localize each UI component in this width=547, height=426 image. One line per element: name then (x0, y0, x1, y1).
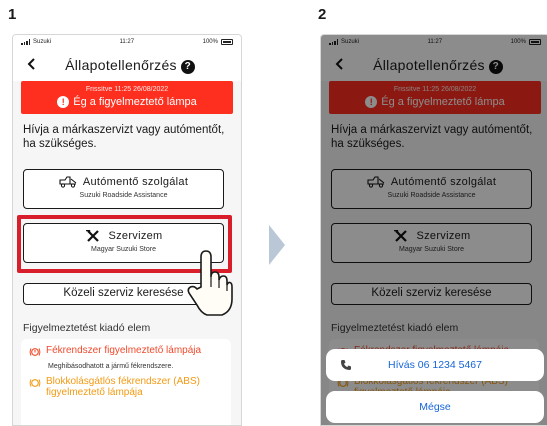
roadside-assistance-button[interactable]: Autómentő szolgálat Suzuki Roadside Assi… (23, 169, 224, 209)
roadside-assistance-sub: Suzuki Roadside Assistance (79, 192, 168, 199)
status-bar: Suzuki 11:27 100% (13, 35, 241, 49)
alert-updated-time: Frissítve 11:25 26/08/2022 (85, 86, 169, 93)
carrier-name: Suzuki (33, 39, 52, 45)
my-service-label: Szervizem (108, 230, 163, 242)
phone-screen-step-2: Suzuki 11:27 100% Állapotellenőrzés? Fri… (320, 34, 547, 426)
exclamation-icon: ! (57, 96, 70, 108)
page-title: Állapotellenőrzés (65, 56, 177, 73)
step-number-2: 2 (318, 6, 327, 23)
alert-message: Ég a figyelmeztető lámpa (73, 96, 197, 108)
battery-icon (220, 39, 233, 45)
call-action-button[interactable]: Hívás 06 1234 5467 (326, 349, 544, 381)
section-title: Figyelmeztetést kiadó elem (23, 322, 151, 334)
step-number-1: 1 (8, 6, 17, 23)
navigation-bar: Állapotellenőrzés? (13, 49, 241, 81)
signal-icon (21, 39, 30, 45)
roadside-assistance-label: Autómentő szolgálat (82, 176, 189, 188)
call-action-label: Hívás 06 1234 5467 (388, 359, 482, 371)
status-time: 11:27 (119, 39, 135, 45)
phone-icon (341, 360, 351, 370)
battery-percent: 100% (202, 39, 218, 45)
phone-screen-step-1: Suzuki 11:27 100% Állapotellenőrzés? Fri… (12, 34, 242, 426)
warning-item-title: Fékrendszer figyelmeztető lámpája (46, 345, 202, 356)
warning-item[interactable]: Blokkolásgátlós fékrendszer (ABS) figyel… (21, 370, 231, 398)
help-icon[interactable]: ? (180, 59, 195, 74)
cancel-button[interactable]: Mégse (326, 391, 544, 423)
warning-item-title: Blokkolásgátlós fékrendszer (ABS) figyel… (46, 376, 200, 398)
warning-items-card: Fékrendszer figyelmeztető lámpája Meghib… (21, 339, 231, 425)
warning-item[interactable]: Fékrendszer figyelmeztető lámpája (21, 339, 231, 357)
next-step-arrow (269, 225, 285, 265)
abs-warning-icon (29, 379, 41, 387)
tools-icon (86, 230, 100, 242)
back-chevron-icon[interactable] (27, 58, 37, 70)
advice-text: Hívja a márkaszervizt vagy autómentőt, h… (23, 124, 225, 150)
brake-warning-icon (29, 348, 41, 356)
tow-truck-icon (59, 176, 77, 188)
warning-alert-banner: Frissítve 11:25 26/08/2022 ! Ég a figyel… (21, 81, 233, 114)
tapping-hand-icon (187, 250, 233, 316)
warning-item-desc: Meghibásodhatott a jármű fékrendszere. (48, 363, 174, 370)
